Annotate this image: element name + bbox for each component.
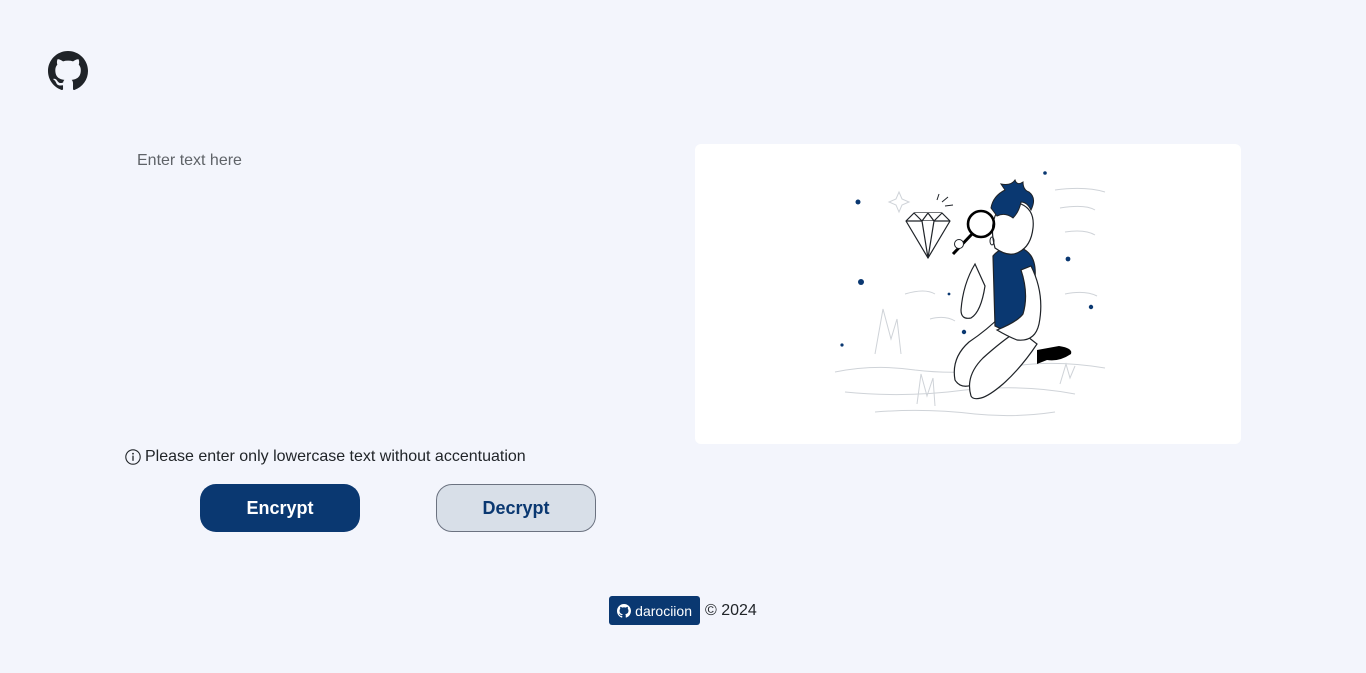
page: Please enter only lowercase text without… bbox=[0, 0, 1366, 673]
info-circle-icon bbox=[125, 449, 141, 465]
message-input[interactable] bbox=[125, 144, 655, 424]
info-text: Please enter only lowercase text without… bbox=[145, 448, 526, 465]
author-link[interactable]: darociion bbox=[609, 596, 700, 625]
github-icon bbox=[617, 603, 632, 618]
author-name: darociion bbox=[635, 602, 692, 619]
decrypt-button[interactable]: Decrypt bbox=[436, 484, 596, 532]
illustration-card bbox=[695, 144, 1241, 444]
footer: darociion © 2024 bbox=[0, 596, 1366, 625]
info-note: Please enter only lowercase text without… bbox=[125, 446, 526, 468]
person-magnifying-glass-illustration bbox=[834, 171, 1106, 417]
encrypt-button[interactable]: Encrypt bbox=[200, 484, 360, 532]
copyright-text: © 2024 bbox=[705, 601, 757, 619]
github-icon[interactable] bbox=[48, 51, 88, 91]
